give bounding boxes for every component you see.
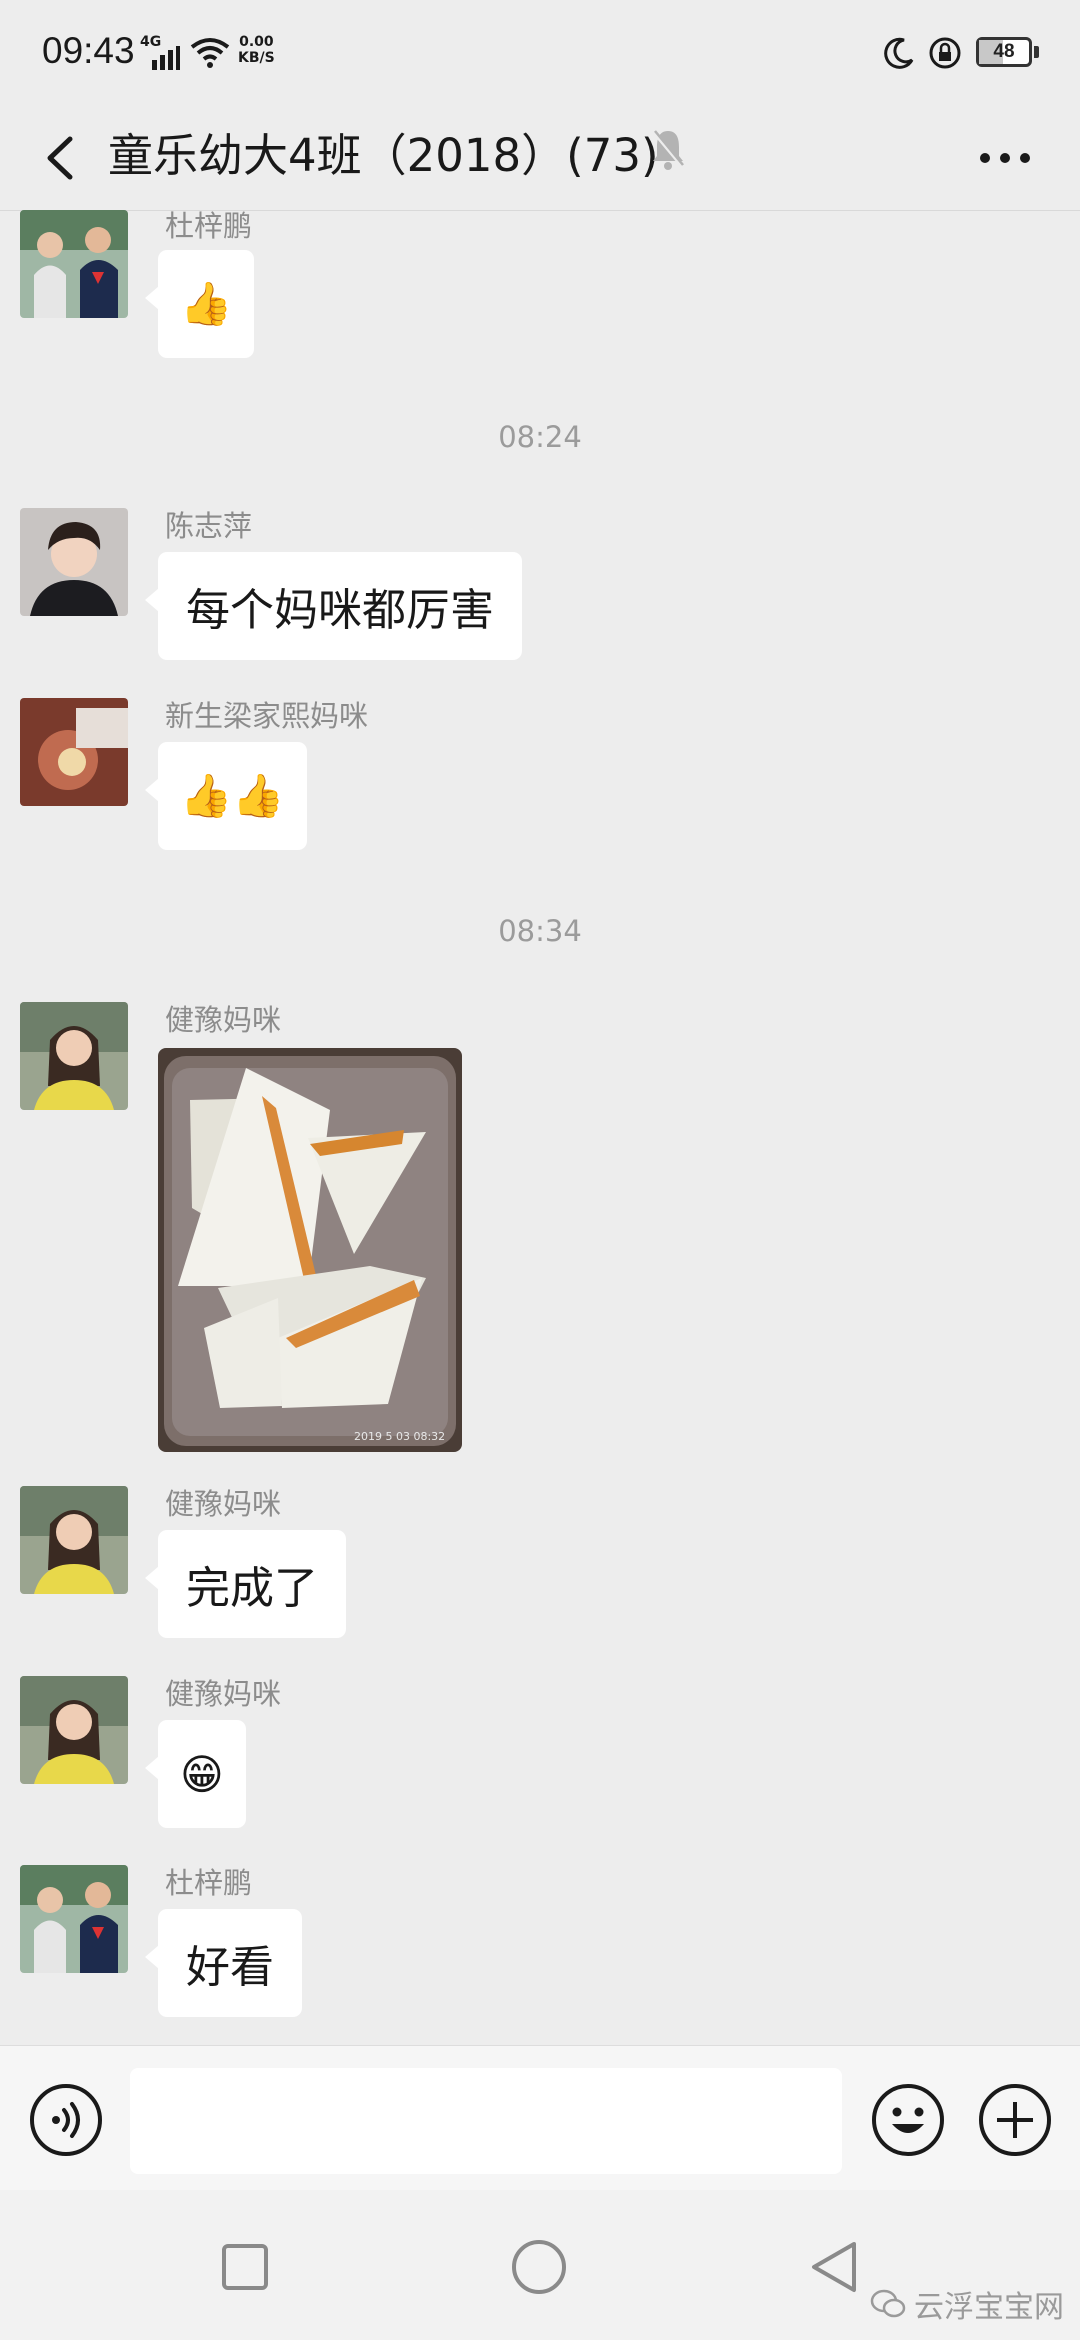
sender-name: 健豫妈咪 (165, 1003, 282, 1037)
avatar[interactable] (20, 698, 128, 806)
sender-name: 新生梁家熙妈咪 (165, 699, 369, 733)
rotation-lock-icon (929, 37, 961, 69)
sender-name: 健豫妈咪 (165, 1487, 282, 1521)
emoji-bubble[interactable]: 👍👍 (145, 742, 307, 850)
text-bubble[interactable]: 好看 (145, 1909, 302, 2017)
plus-icon[interactable] (977, 2082, 1053, 2158)
chat-title: 童乐幼大4班（2018）(73) (108, 129, 659, 182)
sender-name: 健豫妈咪 (165, 1677, 282, 1711)
wifi-icon (190, 38, 230, 68)
sender-name: 陈志萍 (165, 509, 253, 543)
avatar[interactable] (20, 508, 128, 616)
sender-name: 杜梓鹏 (165, 1866, 253, 1900)
recents-icon[interactable] (220, 2242, 270, 2292)
avatar-image (20, 698, 128, 806)
watermark-text: 云浮宝宝网 (914, 2290, 1064, 2325)
avatar[interactable] (20, 1676, 128, 1784)
chat-header: 童乐幼大4班（2018）(73) (0, 105, 1080, 211)
network-speed: 0.00 KB/S (238, 34, 275, 66)
avatar-image (20, 1676, 128, 1784)
battery-level: 48 (993, 41, 1015, 62)
bell-off-icon (651, 129, 685, 170)
back-triangle-icon[interactable] (808, 2238, 860, 2296)
photo-caption: 2019 5 03 08:32 (354, 1430, 445, 1443)
emoji-bubble[interactable]: 👍 (144, 250, 255, 358)
voice-icon[interactable] (28, 2082, 104, 2158)
wechat-icon (870, 2289, 906, 2318)
battery-icon: 48 (976, 37, 1032, 67)
emoji-bubble[interactable]: 😁 (145, 1720, 246, 1828)
battery-tip (1034, 46, 1039, 58)
input-bar (0, 2045, 1080, 2191)
timestamp: 08:24 (498, 420, 582, 454)
status-time: 09:43 (42, 30, 135, 71)
avatar-image (20, 1865, 128, 1973)
text-bubble[interactable]: 完成了 (145, 1530, 346, 1638)
speed-value: 0.00 (239, 34, 274, 50)
message-input[interactable] (130, 2068, 842, 2174)
more-dots-icon[interactable] (975, 133, 1035, 183)
chat-messages[interactable]: 杜梓鹏 👍 08:24 陈志萍 每个妈咪都厉害 新生梁家熙妈咪 👍👍 08:34… (0, 210, 1080, 2045)
avatar[interactable] (20, 1865, 128, 1973)
avatar-image (20, 1002, 128, 1110)
shared-photo[interactable]: 2019 5 03 08:32 (158, 1048, 462, 1452)
signal-icon (152, 46, 180, 70)
chevron-left-icon[interactable] (32, 125, 92, 190)
system-nav-bar: 云浮宝宝网 (0, 2190, 1080, 2340)
avatar-image (20, 508, 128, 616)
avatar[interactable] (20, 1002, 128, 1110)
food-photo: 2019 5 03 08:32 (158, 1048, 462, 1452)
status-bar: 09:43 4G 0.00 KB/S 48 (0, 0, 1080, 105)
avatar-image (20, 210, 128, 318)
moon-icon (884, 37, 914, 69)
avatar[interactable] (20, 1486, 128, 1594)
smiley-icon[interactable] (870, 2082, 946, 2158)
sender-name: 杜梓鹏 (165, 210, 253, 243)
avatar-image (20, 1486, 128, 1594)
home-icon[interactable] (510, 2238, 568, 2296)
text-bubble[interactable]: 每个妈咪都厉害 (145, 552, 522, 660)
speed-unit: KB/S (238, 50, 275, 66)
watermark: 云浮宝宝网 (870, 2282, 1064, 2326)
timestamp: 08:34 (498, 914, 582, 948)
avatar[interactable] (20, 210, 128, 318)
